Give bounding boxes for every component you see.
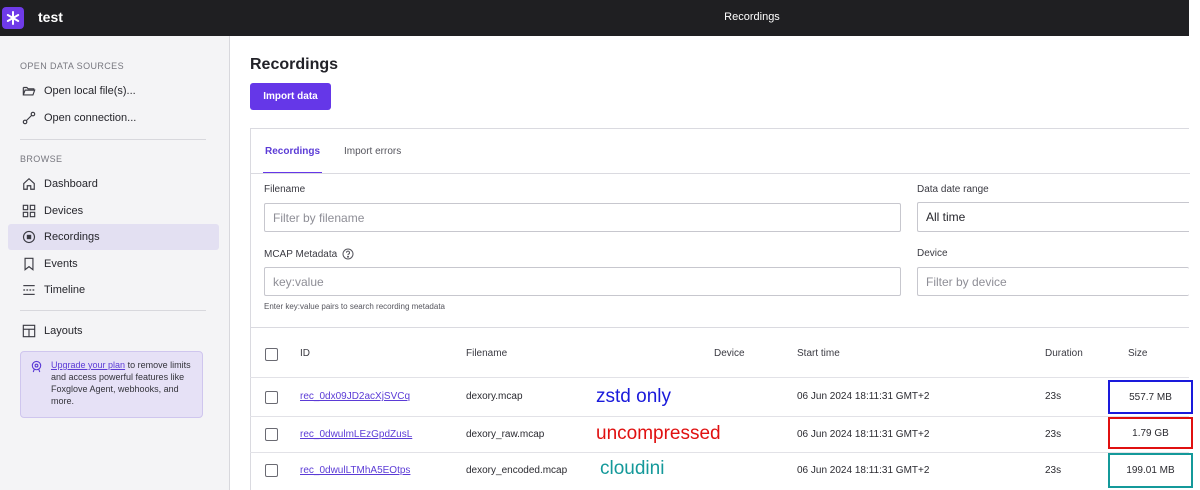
timeline-icon xyxy=(21,282,37,298)
section-label-open-data-sources: OPEN DATA SOURCES xyxy=(20,61,124,71)
compression-annotation: uncompressed xyxy=(596,423,721,444)
bookmark-icon xyxy=(21,256,37,272)
recording-start-time: 06 Jun 2024 18:11:31 GMT+2 xyxy=(797,465,930,476)
mcap-metadata-label-text: MCAP Metadata xyxy=(264,248,338,260)
upgrade-plan-box: Upgrade your plan to remove limits and a… xyxy=(20,351,203,418)
date-range-select[interactable]: All time xyxy=(917,202,1189,232)
folder-open-icon xyxy=(21,83,37,99)
device-filter-input[interactable] xyxy=(917,267,1189,296)
sidebar-divider xyxy=(20,310,206,311)
filename-filter-label: Filename xyxy=(264,184,306,195)
sidebar: OPEN DATA SOURCES Open local file(s)... … xyxy=(0,36,230,490)
recording-id-link[interactable]: rec_0dx09JD2acXjSVCq xyxy=(300,391,410,402)
mcap-metadata-label: MCAP Metadata xyxy=(264,248,354,260)
layout-icon xyxy=(21,323,37,339)
column-header-device[interactable]: Device xyxy=(714,348,745,359)
column-header-id[interactable]: ID xyxy=(300,348,310,359)
sidebar-item-events[interactable]: Events xyxy=(8,251,219,277)
row-divider xyxy=(250,452,1189,453)
recording-size-box: 557.7 MB xyxy=(1108,380,1193,414)
filters-divider xyxy=(250,327,1189,328)
tabs-divider xyxy=(251,173,1190,174)
sidebar-item-layouts[interactable]: Layouts xyxy=(8,318,219,344)
recording-start-time: 06 Jun 2024 18:11:31 GMT+2 xyxy=(797,429,930,440)
recording-filename: dexory.mcap xyxy=(466,391,523,402)
column-header-filename[interactable]: Filename xyxy=(466,348,507,359)
recording-duration: 23s xyxy=(1045,391,1062,402)
tab-recordings[interactable]: Recordings xyxy=(262,129,323,174)
sidebar-item-recordings[interactable]: Recordings xyxy=(8,224,219,250)
recording-filename: dexory_raw.mcap xyxy=(466,429,545,440)
header-divider xyxy=(250,377,1189,378)
sidebar-item-devices[interactable]: Devices xyxy=(8,198,219,224)
import-data-button[interactable]: Import data xyxy=(250,83,331,110)
recording-id-link[interactable]: rec_0dwulmLEzGpdZusL xyxy=(300,429,412,440)
recording-size: 557.7 MB xyxy=(1129,391,1172,403)
recording-size: 1.79 GB xyxy=(1132,427,1169,439)
sidebar-item-label: Events xyxy=(44,258,78,270)
date-range-value: All time xyxy=(926,210,966,224)
sidebar-item-label: Devices xyxy=(44,205,84,217)
device-filter-label: Device xyxy=(917,248,948,259)
connection-icon xyxy=(21,110,37,126)
sidebar-item-label: Layouts xyxy=(44,325,83,337)
sidebar-item-label: Open connection... xyxy=(44,112,137,124)
recording-duration: 23s xyxy=(1045,465,1062,476)
help-circle-icon[interactable] xyxy=(342,248,354,260)
sidebar-item-label: Recordings xyxy=(44,231,100,243)
metadata-help-text: Enter key:value pairs to search recordin… xyxy=(264,302,445,311)
top-bar: test Recordings xyxy=(0,0,1189,36)
row-checkbox[interactable] xyxy=(265,428,278,441)
upgrade-plan-link[interactable]: Upgrade your plan xyxy=(51,360,125,370)
column-header-duration[interactable]: Duration xyxy=(1045,348,1083,359)
column-header-size[interactable]: Size xyxy=(1128,348,1147,359)
home-icon xyxy=(21,176,37,192)
sidebar-item-label: Dashboard xyxy=(44,178,98,190)
sidebar-item-open-connection[interactable]: Open connection... xyxy=(8,105,219,131)
recording-size: 199.01 MB xyxy=(1126,465,1175,476)
row-divider xyxy=(250,416,1189,417)
sidebar-item-label: Timeline xyxy=(44,284,86,296)
filename-filter-input[interactable] xyxy=(264,203,901,232)
recording-size-box: 199.01 MB xyxy=(1108,453,1193,488)
sidebar-item-dashboard[interactable]: Dashboard xyxy=(8,171,219,197)
recording-filename: dexory_encoded.mcap xyxy=(466,465,568,476)
row-checkbox[interactable] xyxy=(265,391,278,404)
column-header-start-time[interactable]: Start time xyxy=(797,348,840,359)
grid-icon xyxy=(21,203,37,219)
rocket-icon xyxy=(30,360,43,373)
sidebar-item-open-local-files[interactable]: Open local file(s)... xyxy=(8,78,219,104)
section-label-browse: BROWSE xyxy=(20,154,63,164)
recording-id-link[interactable]: rec_0dwulLTMhA5EOtps xyxy=(300,465,410,476)
mcap-metadata-input[interactable] xyxy=(264,267,901,296)
row-checkbox[interactable] xyxy=(265,464,278,477)
window-title: Recordings xyxy=(724,11,780,23)
page-title: Recordings xyxy=(250,56,339,73)
record-icon xyxy=(21,229,37,245)
select-all-checkbox[interactable] xyxy=(265,348,278,361)
recording-size-box: 1.79 GB xyxy=(1108,417,1193,449)
sidebar-item-timeline[interactable]: Timeline xyxy=(8,277,219,303)
compression-annotation: cloudini xyxy=(600,458,665,479)
compression-annotation: zstd only xyxy=(596,386,671,407)
recording-start-time: 06 Jun 2024 18:11:31 GMT+2 xyxy=(797,391,930,402)
tab-import-errors[interactable]: Import errors xyxy=(344,129,401,173)
sidebar-item-label: Open local file(s)... xyxy=(44,85,136,97)
sidebar-divider xyxy=(20,139,206,140)
date-range-label: Data date range xyxy=(917,184,989,195)
recording-duration: 23s xyxy=(1045,429,1062,440)
